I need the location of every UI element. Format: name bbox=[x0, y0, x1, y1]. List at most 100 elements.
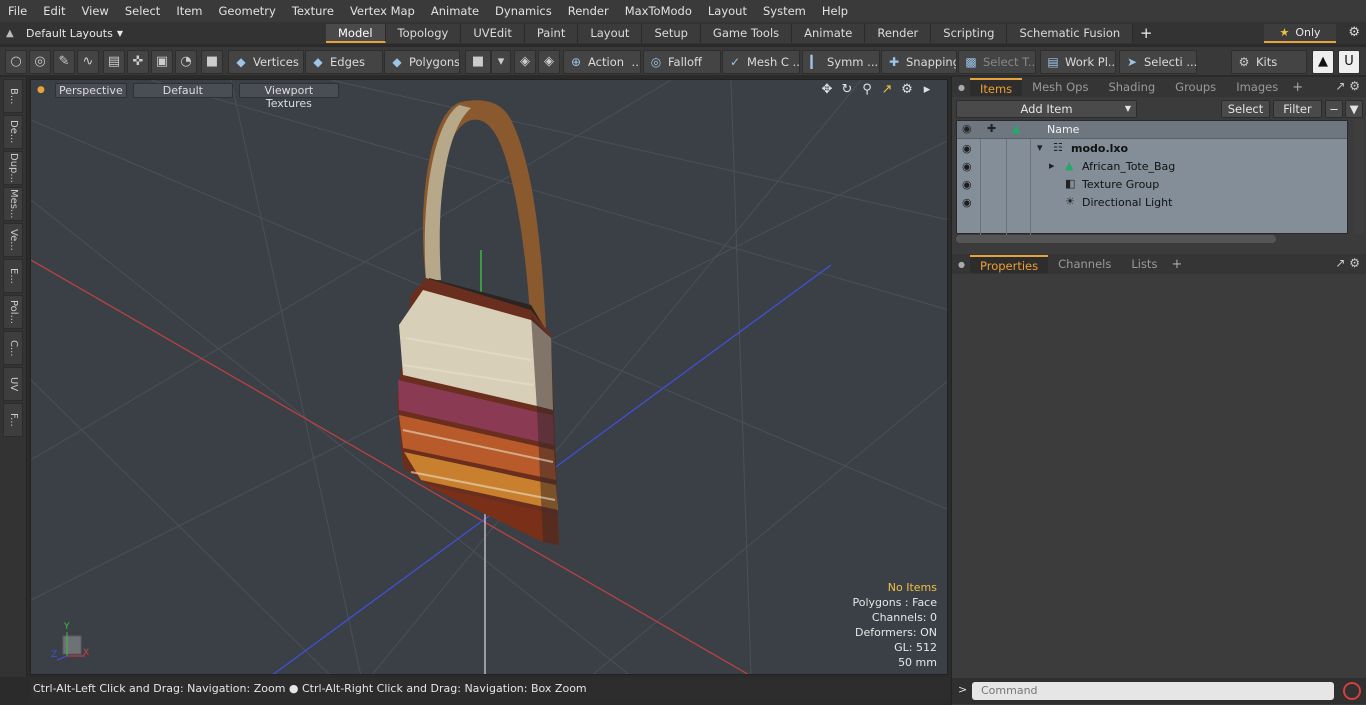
item-mode-icon[interactable]: ■ bbox=[465, 50, 491, 74]
brush-icon[interactable]: ∿ bbox=[77, 50, 99, 74]
mesh-constraint-button[interactable]: ✓ Mesh C ... bbox=[722, 50, 800, 74]
tab-model[interactable]: Model bbox=[326, 23, 386, 43]
item-row-mesh[interactable]: ◉ ▸ ▲ African_Tote_Bag bbox=[957, 158, 1347, 176]
menu-system[interactable]: System bbox=[755, 0, 814, 22]
work-plane-button[interactable]: ▤ Work Pl... bbox=[1040, 50, 1116, 74]
clock-icon[interactable]: ◔ bbox=[175, 50, 197, 74]
vertices-button[interactable]: ◆ Vertices bbox=[228, 50, 304, 74]
menu-animate[interactable]: Animate bbox=[423, 0, 487, 22]
menu-render[interactable]: Render bbox=[560, 0, 617, 22]
tab-uvedit[interactable]: UVEdit bbox=[461, 23, 525, 43]
items-list-scrollbar[interactable] bbox=[1354, 120, 1364, 234]
expand-arrow-icon[interactable]: ▾ bbox=[1037, 141, 1043, 154]
viewport-textures-button[interactable]: Viewport Textures bbox=[238, 82, 339, 110]
menu-view[interactable]: View bbox=[74, 0, 117, 22]
play-icon[interactable]: ▸ bbox=[917, 82, 937, 97]
funnel-icon[interactable]: ▼ bbox=[1345, 100, 1363, 118]
tab-channels[interactable]: Channels bbox=[1048, 255, 1121, 273]
move-icon[interactable]: ✥ bbox=[817, 82, 837, 97]
tab-game-tools[interactable]: Game Tools bbox=[700, 23, 793, 43]
edges-button[interactable]: ◆ Edges bbox=[305, 50, 383, 74]
tab-shading[interactable]: Shading bbox=[1098, 78, 1165, 96]
menu-geometry[interactable]: Geometry bbox=[211, 0, 284, 22]
tab-render[interactable]: Render bbox=[865, 23, 932, 43]
menu-help[interactable]: Help bbox=[814, 0, 856, 22]
zoom-icon[interactable]: ⚲ bbox=[857, 82, 877, 97]
item-row-light[interactable]: ◉ ☀ Directional Light bbox=[957, 194, 1347, 212]
filter-button[interactable]: Filter bbox=[1273, 100, 1322, 118]
command-input[interactable]: Command bbox=[972, 682, 1334, 700]
pen-icon[interactable]: ✎ bbox=[53, 50, 75, 74]
cube-icon[interactable]: ■ bbox=[201, 50, 223, 74]
gear-icon[interactable]: ⚙ bbox=[897, 82, 917, 97]
menu-maxtomodo[interactable]: MaxToModo bbox=[617, 0, 700, 22]
default-layouts-dropdown[interactable]: ▲ Default Layouts ▼ bbox=[0, 22, 326, 44]
unreal-icon[interactable]: U bbox=[1338, 50, 1360, 74]
eye-icon[interactable]: ◉ bbox=[962, 160, 972, 173]
3d-viewport[interactable]: Y X Z ● Perspective Default Viewport Tex… bbox=[30, 79, 948, 675]
select-through-button[interactable]: ▩ Select T... bbox=[958, 50, 1036, 74]
tab-scripting[interactable]: Scripting bbox=[931, 23, 1008, 43]
left-tool-tab[interactable]: F... bbox=[3, 403, 23, 437]
item-row-texture-group[interactable]: ◉ ◧ Texture Group bbox=[957, 176, 1347, 194]
tab-animate[interactable]: Animate bbox=[792, 23, 866, 43]
perspective-button[interactable]: Perspective bbox=[54, 82, 127, 98]
add-tab-button[interactable]: + bbox=[1133, 24, 1159, 42]
item-row-scene[interactable]: ◉ ▾ ☷ modo.lxo bbox=[957, 140, 1347, 158]
default-shading-button[interactable]: Default bbox=[132, 82, 233, 98]
items-list-horizontal-scrollbar[interactable] bbox=[956, 235, 1276, 243]
crosshair-icon[interactable]: ✜ bbox=[127, 50, 149, 74]
tab-layout[interactable]: Layout bbox=[578, 23, 643, 43]
menu-file[interactable]: File bbox=[0, 0, 35, 22]
panel-menu-dot-icon[interactable]: ● bbox=[958, 83, 965, 92]
add-panel-tab-button[interactable]: + bbox=[1167, 257, 1182, 272]
layout-up-icon[interactable]: ▲ bbox=[6, 28, 26, 39]
left-tool-tab[interactable]: E... bbox=[3, 259, 23, 293]
collapse-arrow-icon[interactable]: ▸ bbox=[1049, 159, 1055, 172]
left-tool-tab[interactable]: De... bbox=[3, 115, 23, 149]
shield-deselect-icon[interactable]: ◈ bbox=[538, 50, 560, 74]
stack-icon[interactable]: ▤ bbox=[103, 50, 125, 74]
tab-setup[interactable]: Setup bbox=[642, 23, 701, 43]
eye-icon[interactable]: ◉ bbox=[962, 142, 972, 155]
unity-icon[interactable]: ▲ bbox=[1312, 50, 1334, 74]
tab-images[interactable]: Images bbox=[1226, 78, 1288, 96]
select-button[interactable]: Select bbox=[1221, 100, 1270, 118]
tab-paint[interactable]: Paint bbox=[524, 23, 579, 43]
only-toggle-button[interactable]: ★ Only bbox=[1264, 24, 1336, 43]
chevron-down-icon[interactable]: ▾ bbox=[491, 50, 511, 74]
left-tool-tab[interactable]: C... bbox=[3, 331, 23, 365]
menu-dynamics[interactable]: Dynamics bbox=[487, 0, 560, 22]
menu-layout[interactable]: Layout bbox=[700, 0, 755, 22]
tab-groups[interactable]: Groups bbox=[1165, 78, 1226, 96]
left-tool-tab[interactable]: UV bbox=[3, 367, 23, 401]
action-center-button[interactable]: ⊕ Action … bbox=[563, 50, 641, 74]
tab-topology[interactable]: Topology bbox=[385, 23, 462, 43]
eye-icon[interactable]: ◉ bbox=[962, 178, 972, 191]
symmetry-button[interactable]: ▎ Symm ... bbox=[802, 50, 880, 74]
left-tool-tab[interactable]: Mes... bbox=[3, 187, 23, 221]
menu-texture[interactable]: Texture bbox=[284, 0, 342, 22]
menu-edit[interactable]: Edit bbox=[35, 0, 73, 22]
polygons-button[interactable]: ◆ Polygons bbox=[384, 50, 460, 74]
tab-mesh-ops[interactable]: Mesh Ops bbox=[1022, 78, 1098, 96]
menu-item[interactable]: Item bbox=[168, 0, 210, 22]
left-tool-tab[interactable]: B... bbox=[3, 79, 23, 113]
circle-select-icon[interactable]: ○ bbox=[5, 50, 27, 74]
kits-button[interactable]: ⚙ Kits bbox=[1231, 50, 1307, 74]
left-tool-tab[interactable]: Dup... bbox=[3, 151, 23, 185]
menu-select[interactable]: Select bbox=[117, 0, 168, 22]
tab-lists[interactable]: Lists bbox=[1121, 255, 1167, 273]
tab-schematic-fusion[interactable]: Schematic Fusion bbox=[1007, 23, 1134, 43]
frame-icon[interactable]: ▣ bbox=[151, 50, 173, 74]
eye-icon[interactable]: ◉ bbox=[962, 196, 972, 209]
left-tool-tab[interactable]: Pol... bbox=[3, 295, 23, 329]
falloff-button[interactable]: ◎ Falloff bbox=[643, 50, 721, 74]
menu-vertex-map[interactable]: Vertex Map bbox=[342, 0, 423, 22]
shield-select-icon[interactable]: ◈ bbox=[514, 50, 536, 74]
panel-menu-dot-icon[interactable]: ● bbox=[958, 260, 965, 269]
add-item-button[interactable]: Add Item ▼ bbox=[956, 100, 1137, 118]
gear-icon[interactable]: ⚙ bbox=[1348, 25, 1360, 40]
panel-controls-icon[interactable]: ↗ ⚙ bbox=[1335, 256, 1360, 270]
command-record-icon[interactable] bbox=[1343, 682, 1361, 700]
